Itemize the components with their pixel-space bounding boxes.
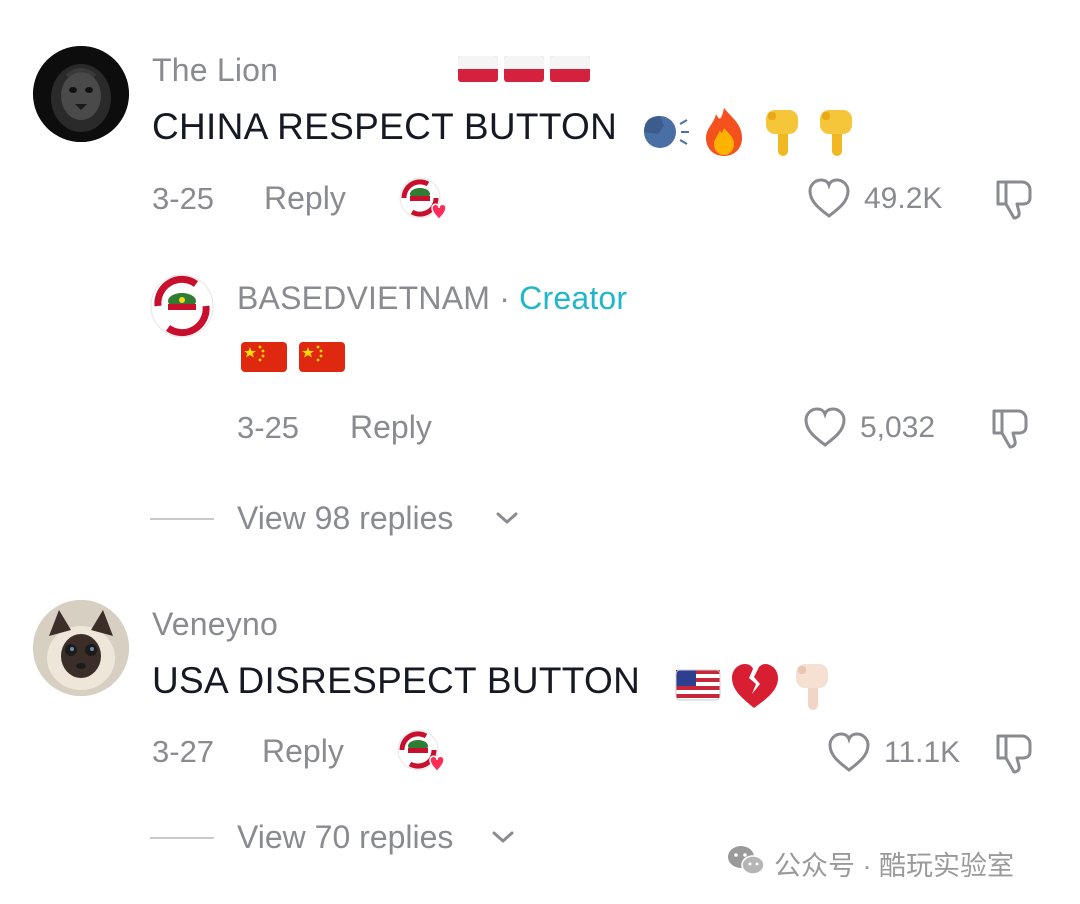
point-down-icon (766, 110, 798, 156)
username-flags (457, 54, 591, 89)
reply-username: BASEDVIETNAM · Creator (237, 280, 627, 317)
point-down-icon (820, 110, 852, 156)
comment-date: 3-27 (152, 734, 215, 769)
reply-flags (240, 340, 346, 379)
point-down-icon (796, 664, 828, 710)
speaking-head-icon (644, 116, 689, 148)
view-replies-row[interactable]: View 70 replies (150, 817, 550, 861)
comment-text: USA DISRESPECT BUTTON (152, 660, 641, 701)
creator-liked-badge (398, 176, 452, 229)
comment-body: CHINA RESPECT BUTTON (152, 106, 617, 148)
dislike-button[interactable] (988, 405, 1034, 456)
thumbs-down-icon (992, 409, 1028, 449)
like-button[interactable] (806, 176, 852, 225)
reply-button[interactable]: Reply (264, 180, 346, 217)
view-replies-label: View 70 replies (237, 819, 454, 855)
poland-flag-icon (458, 56, 590, 82)
creator-liked-icon (397, 729, 445, 773)
avatar-veneyno[interactable] (33, 600, 129, 696)
like-button[interactable] (802, 405, 848, 454)
replies-divider (150, 518, 214, 520)
basedvietnam-avatar-image (150, 274, 214, 338)
comment-date: 3-25 (152, 181, 215, 216)
like-count: 49.2K (864, 182, 943, 215)
fire-icon (706, 108, 742, 156)
view-replies-label: View 98 replies (237, 500, 454, 536)
dislike-button[interactable] (992, 176, 1038, 227)
like-count: 11.1K (884, 736, 961, 769)
creator-liked-icon (399, 177, 447, 221)
china-flag-icon (299, 342, 345, 372)
cat-avatar-image (33, 600, 129, 696)
creator-badge: Creator (519, 280, 628, 316)
creator-liked-badge (396, 728, 450, 781)
avatar-lion[interactable] (33, 46, 129, 142)
comment-username[interactable]: The Lion (152, 52, 278, 89)
chevron-down-icon (490, 827, 516, 852)
reply-button[interactable]: Reply (350, 409, 432, 446)
wechat-icon (726, 844, 766, 883)
heart-outline-icon (804, 407, 846, 447)
china-flag-icon (241, 342, 287, 372)
comment-emojis (674, 658, 844, 717)
comment-username[interactable]: Veneyno (152, 606, 278, 643)
like-button[interactable] (826, 730, 872, 779)
replies-divider (150, 837, 214, 839)
thumbs-down-icon (996, 734, 1032, 774)
heart-outline-icon (808, 178, 850, 218)
usa-flag-icon (675, 669, 721, 701)
reply-date: 3-25 (237, 410, 300, 445)
avatar-basedvietnam[interactable] (150, 274, 214, 338)
watermark-text: 公众号 · 酷玩实验室 (774, 851, 1014, 881)
comment-body: USA DISRESPECT BUTTON (152, 660, 640, 702)
chevron-down-icon (494, 508, 520, 533)
heart-outline-icon (828, 732, 870, 772)
reply-button[interactable]: Reply (262, 733, 344, 770)
like-count: 5,032 (860, 411, 936, 444)
comment-the-lion: The Lion CHINA RESPECT BUTTON 3-25 Reply… (0, 0, 1080, 240)
view-replies-row[interactable]: View 98 replies (150, 498, 550, 542)
thumbs-down-icon (996, 180, 1032, 220)
comment-veneyno: Veneyno USA DISRESPECT BUTTON 3-27 Reply… (0, 590, 1080, 790)
reply-basedvietnam: BASEDVIETNAM · Creator 3-25 Reply 5,032 (0, 260, 1080, 460)
badge-separator: · (499, 280, 511, 316)
reply-username-text[interactable]: BASEDVIETNAM (237, 280, 490, 316)
comment-emojis (640, 104, 860, 163)
lion-avatar-image (33, 46, 129, 142)
dislike-button[interactable] (992, 730, 1038, 781)
comment-text: CHINA RESPECT BUTTON (152, 106, 618, 147)
broken-heart-icon (732, 664, 778, 708)
